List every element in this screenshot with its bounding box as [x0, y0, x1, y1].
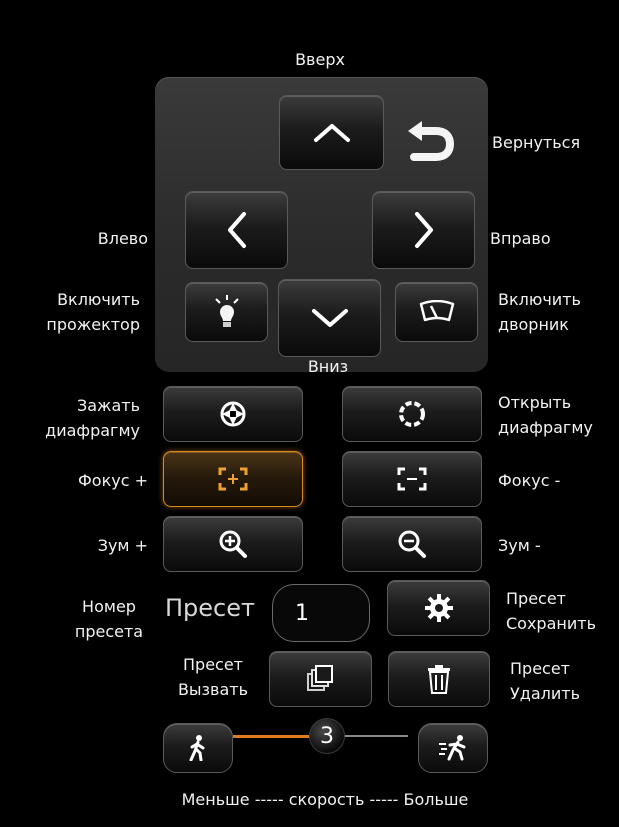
wiper-button[interactable]	[395, 282, 478, 342]
wiper-label-line2: дворник	[498, 315, 569, 334]
preset-number-label-line1: Номер	[82, 597, 136, 616]
chevron-down-icon	[310, 307, 350, 329]
left-button[interactable]	[185, 191, 288, 269]
iris-open-label-line2: диафрагму	[498, 418, 593, 437]
preset-call-button[interactable]	[269, 651, 372, 707]
chevron-left-icon	[226, 210, 248, 250]
wiper-icon	[419, 300, 455, 324]
down-label: Вниз	[307, 357, 349, 376]
up-button[interactable]	[279, 95, 384, 170]
return-button[interactable]	[398, 115, 458, 165]
preset-delete-button[interactable]	[388, 651, 490, 707]
aperture-open-icon	[398, 400, 426, 428]
walking-person-icon	[187, 735, 209, 761]
light-button[interactable]	[185, 282, 268, 342]
speed-fast-button[interactable]	[418, 723, 488, 773]
focus-minus-button[interactable]	[342, 451, 482, 507]
speed-slider-knob[interactable]: 3	[309, 718, 345, 754]
focus-plus-icon	[218, 467, 248, 491]
chevron-up-icon	[312, 122, 352, 144]
iris-open-button[interactable]	[342, 386, 482, 442]
running-person-icon	[438, 735, 468, 761]
gear-icon	[424, 593, 454, 623]
wiper-label-line1: Включить	[498, 290, 581, 309]
light-label-line1: Включить	[57, 290, 140, 309]
iris-close-label-line2: диафрагму	[45, 421, 140, 440]
zoom-out-icon	[397, 529, 427, 559]
preset-call-label-line1: Пресет	[183, 655, 243, 674]
focus-minus-icon	[397, 467, 427, 491]
preset-delete-label-line1: Пресет	[510, 659, 570, 678]
zoom-minus-label: Зум -	[498, 536, 541, 555]
right-label: Вправо	[490, 229, 551, 248]
speed-slow-button[interactable]	[163, 723, 233, 773]
preset-save-label-line2: Сохранить	[506, 614, 596, 633]
left-label: Влево	[97, 229, 148, 248]
preset-number-input[interactable]: 1	[272, 584, 370, 642]
light-label-line2: прожектор	[46, 315, 140, 334]
preset-number-label-line2: пресета	[74, 622, 144, 641]
preset-save-button[interactable]	[387, 580, 490, 636]
zoom-minus-button[interactable]	[342, 516, 482, 572]
trash-icon	[427, 664, 451, 694]
focus-plus-button[interactable]	[163, 451, 303, 507]
aperture-closed-icon	[219, 400, 247, 428]
speed-value: 3	[320, 723, 334, 749]
down-button[interactable]	[278, 279, 381, 357]
right-button[interactable]	[372, 191, 475, 269]
chevron-right-icon	[413, 210, 435, 250]
focus-plus-label: Фокус +	[78, 471, 148, 490]
zoom-plus-button[interactable]	[163, 516, 303, 572]
focus-minus-label: Фокус -	[498, 471, 561, 490]
up-label: Вверх	[295, 50, 345, 69]
preset-field-prefix: Пресет	[165, 594, 255, 622]
preset-delete-label-line2: Удалить	[510, 684, 580, 703]
zoom-plus-label: Зум +	[97, 536, 148, 555]
iris-close-button[interactable]	[163, 386, 303, 442]
iris-close-label-line1: Зажать	[76, 396, 140, 415]
return-arrow-icon	[400, 115, 456, 165]
preset-number-value: 1	[295, 600, 309, 626]
zoom-in-icon	[218, 529, 248, 559]
lightbulb-icon	[212, 294, 242, 330]
iris-open-label-line1: Открыть	[498, 393, 572, 412]
return-label: Вернуться	[492, 133, 581, 152]
speed-slider-fill	[233, 735, 313, 738]
copy-icon	[306, 664, 336, 694]
speed-caption: Меньше ----- скорость ----- Больше	[181, 790, 469, 809]
preset-save-label-line1: Пресет	[506, 589, 566, 608]
preset-call-label-line2: Вызвать	[177, 680, 249, 699]
